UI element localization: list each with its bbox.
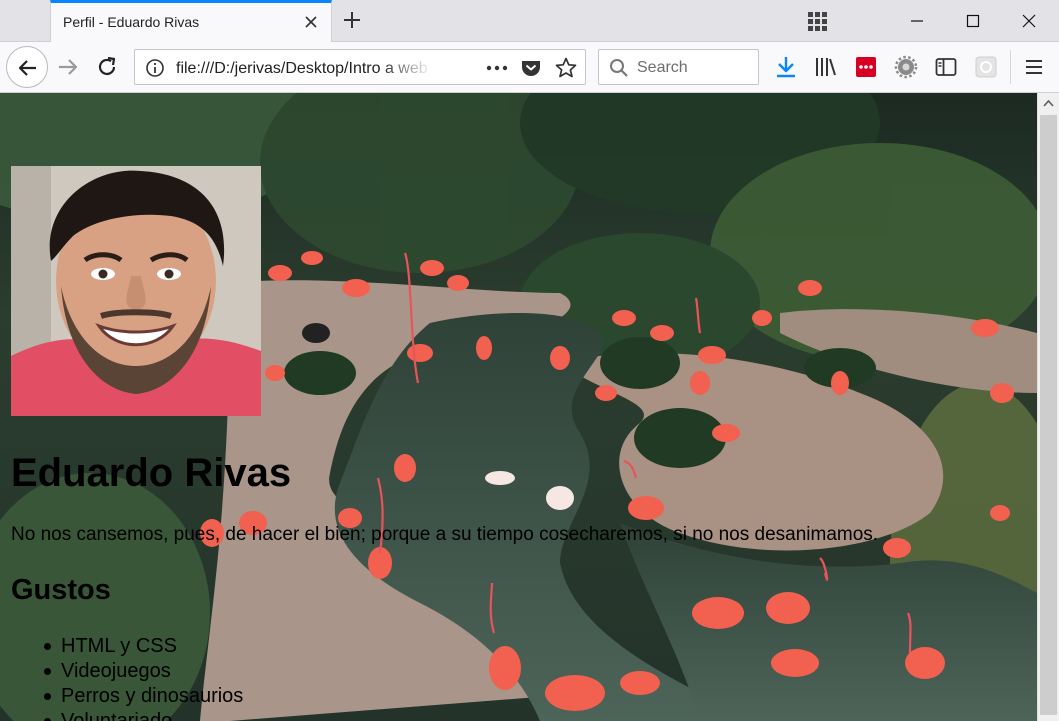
scroll-up-button[interactable] (1038, 93, 1059, 113)
page-viewport: Eduardo Rivas No nos cansemos, pues, de … (0, 93, 1037, 721)
list-item: HTML y CSS (43, 634, 243, 659)
close-window-icon (1022, 14, 1036, 28)
library-icon[interactable] (814, 55, 838, 79)
arrow-left-icon (18, 60, 36, 76)
extension-gray-icon[interactable] (974, 55, 998, 79)
avatar (11, 166, 261, 416)
search-input[interactable] (637, 58, 752, 78)
star-icon[interactable] (554, 56, 578, 80)
window-close-button[interactable] (1001, 0, 1057, 42)
search-bar[interactable] (598, 49, 759, 85)
profile-photo (11, 166, 261, 416)
arrow-right-icon[interactable] (56, 55, 80, 79)
info-icon[interactable] (145, 58, 165, 78)
extension-red-icon[interactable] (854, 55, 878, 79)
minimize-icon (911, 20, 923, 22)
minimize-button[interactable] (889, 0, 945, 42)
tab-title: Perfil - Eduardo Rivas (63, 14, 200, 30)
url-input[interactable] (176, 59, 432, 79)
maximize-button[interactable] (945, 0, 1001, 42)
profile-page: Eduardo Rivas No nos cansemos, pues, de … (0, 93, 1037, 721)
vertical-scrollbar[interactable] (1037, 93, 1059, 721)
hamburger-icon[interactable] (1022, 55, 1046, 79)
likes-list: HTML y CSS Videojuegos Perros y dinosaur… (43, 634, 244, 721)
sidebar-icon[interactable] (934, 55, 958, 79)
likes-heading: Gustos (11, 574, 111, 606)
search-icon (610, 59, 628, 77)
list-item: Voluntariado (43, 709, 243, 721)
scroll-thumb[interactable] (1040, 115, 1057, 715)
tab-strip: Perfil - Eduardo Rivas (0, 0, 1059, 42)
back-button[interactable] (6, 46, 48, 88)
list-item: Videojuegos (43, 659, 243, 684)
gear-icon[interactable] (894, 55, 918, 79)
active-tab[interactable]: Perfil - Eduardo Rivas (50, 0, 332, 42)
more-horizontal-icon[interactable] (485, 58, 509, 78)
maximize-icon (966, 14, 980, 28)
download-icon[interactable] (774, 55, 798, 79)
url-bar[interactable] (134, 49, 586, 85)
chevron-up-icon (1043, 99, 1054, 107)
profile-name: Eduardo Rivas (11, 451, 292, 495)
toolbar-separator (1010, 50, 1011, 84)
profile-quote: No nos cansemos, pues, de hacer el bien;… (11, 524, 879, 545)
reload-icon[interactable] (95, 55, 119, 79)
navigation-toolbar (0, 42, 1059, 93)
list-item: Perros y dinosaurios (43, 685, 244, 707)
plus-icon[interactable] (341, 9, 363, 31)
close-icon[interactable] (303, 14, 319, 30)
grid-icon[interactable] (807, 11, 827, 31)
pocket-icon[interactable] (520, 57, 542, 79)
